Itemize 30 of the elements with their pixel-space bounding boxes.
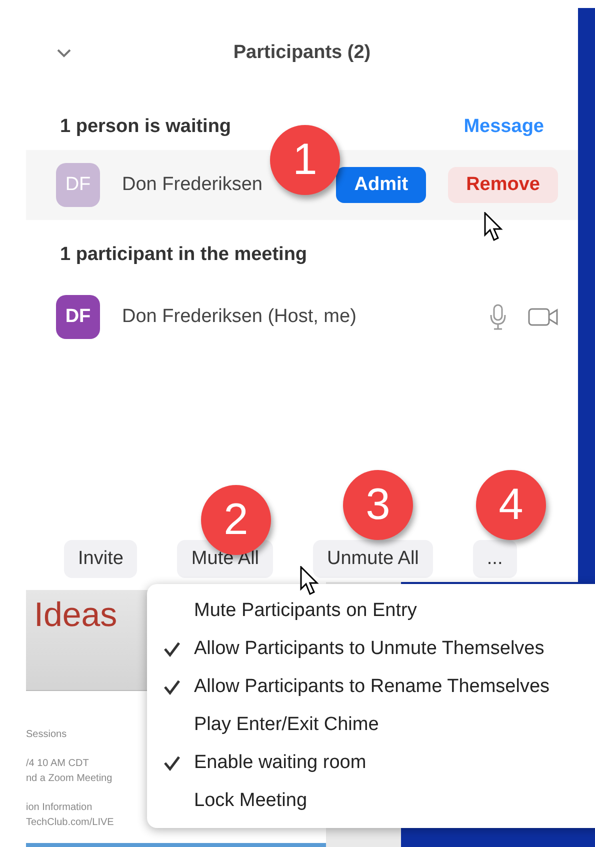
chevron-down-icon[interactable] (56, 48, 72, 58)
video-camera-icon[interactable] (528, 307, 558, 327)
slide-text: /4 10 AM CDT (26, 758, 89, 769)
slide-text: Sessions (26, 729, 67, 740)
slide-text: ion Information (26, 802, 92, 813)
toolbar-button[interactable]: Invite (64, 540, 138, 578)
step-number-badge: 1 (270, 125, 340, 195)
microphone-icon[interactable] (490, 304, 506, 330)
menu-item[interactable]: Enable waiting room (147, 744, 595, 782)
toolbar-button[interactable]: Unmute All (313, 540, 433, 578)
panel-title: Participants (2) (233, 42, 371, 64)
avatar: DF (56, 163, 100, 207)
menu-item[interactable]: Allow Participants to Unmute Themselves (147, 630, 595, 668)
toolbar-button[interactable]: ... (472, 540, 517, 578)
menu-item[interactable]: Allow Participants to Rename Themselves (147, 668, 595, 706)
section-heading: 1 participant in the meeting (60, 244, 308, 266)
step-number-badge: 4 (476, 470, 546, 540)
participant-name: Don Frederiksen (122, 174, 264, 196)
section-heading: 1 person is waiting (60, 116, 232, 138)
slide-text: nd a Zoom Meeting (26, 773, 112, 784)
menu-item[interactable]: Play Enter/Exit Chime (147, 706, 595, 744)
menu-item[interactable]: Mute Participants on Entry (147, 592, 595, 630)
step-number-badge: 3 (343, 470, 413, 540)
slide-text: TechClub.com/LIVE (26, 817, 114, 828)
admit-button[interactable]: Admit (336, 167, 426, 203)
menu-item[interactable]: Lock Meeting (147, 782, 595, 820)
participant-name: Don Frederiksen (Host, me) (122, 306, 358, 328)
slide-title: Ideas (34, 596, 118, 635)
avatar: DF (56, 295, 100, 339)
remove-button[interactable]: Remove (448, 167, 558, 203)
